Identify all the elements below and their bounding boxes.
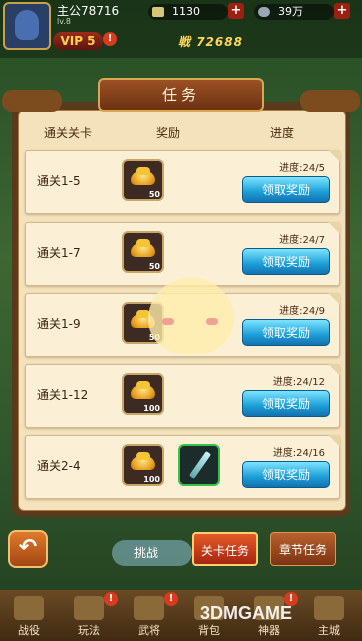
combat-power: 戦 72688: [178, 35, 243, 49]
gold-reward-item[interactable]: 50: [122, 231, 164, 273]
reward-quantity: 100: [143, 475, 160, 484]
reward-quantity: 50: [148, 190, 160, 199]
task-row: 通关1-5 50 进度:24/5 领取奖励: [25, 150, 340, 214]
paper-fold: [328, 150, 340, 162]
gold-reward-item[interactable]: 100: [122, 444, 164, 486]
nav-item-battle[interactable]: 战役: [0, 594, 58, 638]
gameplay-icon: [74, 596, 104, 620]
nav-label: 玩法: [78, 624, 100, 637]
task-stage-label: 通关1-9: [37, 317, 81, 331]
nav-label: 武将: [138, 624, 160, 637]
header-stage: 通关关卡: [44, 126, 93, 140]
top-status-bar: 主公78716 lv.8 VIP 5 ! 1130 + 39万 + 戦 7268…: [0, 0, 362, 58]
battle-icon: [14, 596, 44, 620]
site-watermark: 3DMGAME: [200, 603, 293, 623]
alert-icon: !: [164, 592, 178, 606]
task-row: 通关2-4 100 进度:24/16 领取奖励: [25, 435, 340, 499]
task-stage-label: 通关1-12: [37, 388, 89, 402]
gold-ingot-icon: [152, 7, 164, 17]
task-row: 通关1-12 100 进度:24/12 领取奖励: [25, 364, 340, 428]
bottom-nav: 战役 玩法 ! 武将 ! 背包 神器 ! 主城: [0, 590, 362, 641]
reward-quantity: 100: [143, 404, 160, 413]
gold-ingot-icon: [131, 381, 155, 399]
gold-reward-item[interactable]: 50: [122, 159, 164, 201]
player-avatar[interactable]: [3, 2, 51, 50]
silver-resource: 39万: [254, 4, 334, 20]
nav-label: 神器: [258, 624, 280, 637]
gold-reward-item[interactable]: 100: [122, 373, 164, 415]
task-progress: 进度:24/5: [279, 163, 325, 174]
task-stage-label: 通关2-4: [37, 459, 81, 473]
paper-fold: [328, 364, 340, 376]
sword-reward-item[interactable]: [178, 444, 220, 486]
claim-reward-button[interactable]: 领取奖励: [242, 319, 330, 346]
alert-icon: !: [104, 592, 118, 606]
gold-value: 1130: [172, 5, 200, 18]
silver-value: 39万: [278, 5, 303, 18]
task-progress: 进度:24/9: [279, 306, 325, 317]
player-level: lv.8: [57, 17, 71, 26]
header-reward: 奖励: [156, 126, 181, 140]
general-icon: [134, 596, 164, 620]
task-progress: 进度:24/7: [279, 235, 325, 246]
dialog-ornament-left: [2, 90, 62, 112]
nav-item-city[interactable]: 主城: [300, 594, 358, 638]
claim-reward-button[interactable]: 领取奖励: [242, 248, 330, 275]
mascot-cheek: [206, 318, 218, 325]
nav-label: 主城: [318, 624, 340, 637]
challenge-button[interactable]: 挑战: [112, 540, 192, 566]
dialog-ornament-right: [300, 90, 360, 112]
claim-reward-button[interactable]: 领取奖励: [242, 176, 330, 203]
vip-badge[interactable]: VIP 5: [53, 32, 103, 50]
claim-reward-button[interactable]: 领取奖励: [242, 461, 330, 488]
mascot-cheek: [162, 318, 174, 325]
mascot-watermark-icon: [148, 278, 234, 354]
city-icon: [314, 596, 344, 620]
add-silver-button[interactable]: +: [334, 3, 350, 19]
paper-fold: [328, 222, 340, 234]
task-row: 通关1-7 50 进度:24/7 领取奖励: [25, 222, 340, 286]
nav-label: 背包: [198, 624, 220, 637]
silver-coin-icon: [258, 7, 270, 17]
back-button[interactable]: ↶: [8, 530, 48, 568]
claim-reward-button[interactable]: 领取奖励: [242, 390, 330, 417]
task-progress: 进度:24/12: [272, 377, 325, 388]
task-stage-label: 通关1-5: [37, 174, 81, 188]
tab-stage-tasks[interactable]: 关卡任务: [192, 532, 258, 566]
gold-resource: 1130: [148, 4, 228, 20]
add-gold-button[interactable]: +: [228, 3, 244, 19]
reward-quantity: 50: [148, 262, 160, 271]
sword-icon: [188, 450, 212, 480]
gold-ingot-icon: [131, 452, 155, 470]
tab-chapter-tasks[interactable]: 章节任务: [270, 532, 336, 566]
gold-ingot-icon: [131, 167, 155, 185]
task-stage-label: 通关1-7: [37, 246, 81, 260]
nav-label: 战役: [18, 624, 40, 637]
combat-power-value: 72688: [196, 35, 243, 49]
gold-ingot-icon: [131, 239, 155, 257]
paper-fold: [328, 435, 340, 447]
header-progress: 进度: [270, 126, 295, 140]
nav-item-gameplay[interactable]: 玩法 !: [60, 592, 118, 638]
task-progress: 进度:24/16: [272, 448, 325, 459]
nav-item-generals[interactable]: 武将 !: [120, 592, 178, 638]
dialog-title: 任务: [98, 78, 264, 112]
paper-fold: [328, 293, 340, 305]
vip-alert-icon: !: [103, 32, 117, 46]
